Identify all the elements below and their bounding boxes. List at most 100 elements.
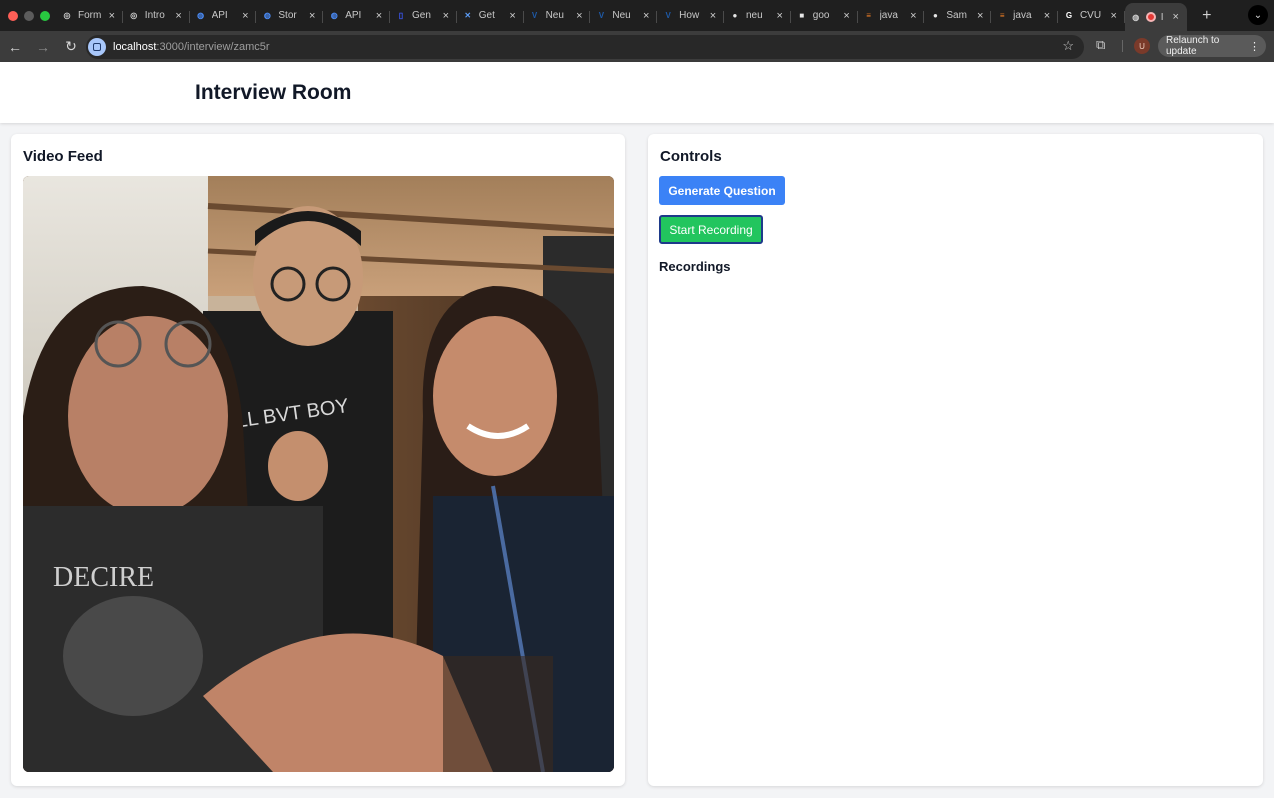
webcam-image: FALL BVT BOY DECIRE — [23, 176, 614, 772]
minimize-window-button[interactable] — [24, 10, 34, 21]
browser-tab-title: goo — [812, 10, 830, 21]
close-tab-icon[interactable]: × — [573, 10, 585, 22]
browser-tab[interactable]: G CVU × — [1058, 3, 1125, 29]
browser-tab-title: API — [211, 10, 228, 21]
generate-question-button[interactable]: Generate Question — [659, 176, 785, 205]
back-arrow-icon[interactable]: ← — [2, 34, 28, 60]
tab-strip: ◎ Form × ◎ Intro × ◍ API × ◍ Stor × ◍ API × ▯ Gen × ✕ Get × V… — [56, 0, 1217, 31]
new-tab-plus-icon[interactable]: + — [1197, 7, 1217, 25]
browser-tab-title: java — [1013, 10, 1032, 21]
close-tab-icon[interactable]: × — [974, 10, 986, 22]
reload-icon[interactable]: ↻ — [58, 34, 84, 60]
browser-tab[interactable]: ≡ java × — [991, 3, 1058, 29]
browser-tab[interactable]: ◍ I × — [1124, 3, 1187, 31]
close-tab-icon[interactable]: × — [1108, 10, 1120, 22]
page-icon: ▯ — [398, 11, 404, 20]
close-tab-icon[interactable]: × — [173, 10, 185, 22]
globe-icon: ◍ — [263, 11, 271, 20]
site-info-icon[interactable] — [88, 38, 106, 56]
browser-toolbar: ← → ↻ localhost:3000/interview/zamc5r ☆ — [0, 31, 1274, 62]
forward-arrow-icon[interactable]: → — [30, 34, 56, 60]
browser-tab-title: Sam — [946, 10, 967, 21]
close-tab-icon[interactable]: × — [306, 10, 318, 22]
stackoverflow-icon: ≡ — [866, 11, 871, 20]
profile-avatar[interactable]: U — [1134, 38, 1150, 54]
close-tab-icon[interactable]: × — [106, 10, 118, 22]
browser-tab[interactable]: ≡ java × — [858, 3, 925, 29]
bookmark-star-icon[interactable]: ☆ — [1062, 38, 1074, 54]
browser-tab-title: API — [345, 10, 362, 21]
browser-tab-title: I — [1160, 11, 1164, 23]
video-feed-card: Video Feed FALL BVT BOY DECIRE — [11, 134, 625, 786]
browser-tab[interactable]: ● Sam × — [924, 3, 991, 29]
browser-tab[interactable]: ◍ API × — [323, 3, 390, 29]
tab-search-icon[interactable]: ⌄ — [1248, 5, 1268, 25]
toolbar-divider — [1122, 40, 1123, 52]
globe-icon: ◍ — [197, 11, 205, 20]
close-tab-icon[interactable]: × — [774, 10, 786, 22]
browser-tab[interactable]: ✕ Get × — [457, 3, 524, 29]
start-recording-button[interactable]: Start Recording — [659, 215, 763, 244]
url-text[interactable]: localhost:3000/interview/zamc5r — [113, 41, 270, 53]
browser-tab[interactable]: V Neu × — [524, 3, 591, 29]
recordings-title: Recordings — [659, 259, 731, 274]
close-tab-icon[interactable]: × — [373, 10, 385, 22]
browser-tab[interactable]: V How × — [657, 3, 724, 29]
v-logo-icon: V — [598, 11, 605, 20]
svg-text:DECIRE: DECIRE — [53, 562, 154, 593]
globe-icon: ◍ — [330, 11, 338, 20]
browser-tab-bar: ◎ Form × ◎ Intro × ◍ API × ◍ Stor × ◍ API × ▯ Gen × ✕ Get × V… — [0, 0, 1274, 31]
address-bar[interactable]: localhost:3000/interview/zamc5r ☆ — [86, 35, 1084, 59]
browser-tab[interactable]: ■ goo × — [791, 3, 858, 29]
v-logo-icon: V — [665, 11, 671, 20]
url-path: :3000/interview/zamc5r — [156, 41, 270, 53]
stackoverflow-icon: ≡ — [999, 11, 1005, 20]
close-tab-icon[interactable]: × — [507, 10, 519, 22]
browser-tab[interactable]: ◍ Stor × — [256, 3, 323, 29]
video-feed-title: Video Feed — [23, 148, 103, 165]
browser-tab[interactable]: ◍ API × — [190, 3, 257, 29]
browser-tab[interactable]: ◎ Intro × — [123, 3, 190, 29]
close-tab-icon[interactable]: × — [1041, 10, 1053, 22]
browser-tab-title: Neu — [545, 10, 564, 21]
maximize-window-button[interactable] — [40, 10, 50, 21]
window-controls — [0, 10, 56, 21]
openai-icon: ◎ — [63, 11, 71, 20]
browser-tab-title: neu — [745, 10, 763, 21]
google-icon: G — [1065, 11, 1073, 20]
url-host: localhost — [113, 41, 157, 53]
butterfly-icon: ✕ — [464, 11, 472, 20]
openai-icon: ◎ — [130, 11, 138, 20]
v-logo-icon: V — [531, 11, 538, 20]
close-tab-icon[interactable]: × — [907, 10, 919, 22]
browser-tab-title: Gen — [411, 10, 431, 21]
globe-icon: ◍ — [1132, 12, 1140, 22]
browser-tab[interactable]: V Neu × — [590, 3, 657, 29]
browser-tab-title: Neu — [612, 10, 631, 21]
close-tab-icon[interactable]: × — [640, 10, 652, 22]
close-tab-icon[interactable]: × — [707, 10, 719, 22]
close-tab-icon[interactable]: × — [1170, 11, 1182, 23]
browser-tab-title: java — [879, 10, 898, 21]
browser-tab-title: How — [679, 10, 700, 21]
relaunch-button[interactable]: Relaunch to update ⋮ — [1158, 35, 1266, 57]
extensions-puzzle-icon[interactable]: ⧉ — [1096, 37, 1105, 53]
github-icon: ● — [732, 11, 738, 20]
close-tab-icon[interactable]: × — [239, 10, 251, 22]
browser-tab[interactable]: ▯ Gen × — [390, 3, 457, 29]
close-tab-icon[interactable]: × — [841, 10, 853, 22]
browser-tab[interactable]: ● neu × — [724, 3, 791, 29]
relaunch-label: Relaunch to update — [1166, 35, 1220, 57]
browser-tab[interactable]: ◎ Form × — [56, 3, 123, 29]
browser-tab-title: Stor — [278, 10, 297, 21]
close-tab-icon[interactable]: × — [440, 10, 452, 22]
page-header: Interview Room — [0, 62, 1274, 123]
video-feed[interactable]: FALL BVT BOY DECIRE — [23, 176, 614, 772]
browser-tab-title: CVU — [1079, 10, 1102, 21]
controls-title: Controls — [660, 148, 722, 165]
more-vertical-icon: ⋮ — [1249, 40, 1260, 53]
page-title: Interview Room — [195, 81, 352, 104]
close-window-button[interactable] — [8, 10, 18, 21]
cube-icon: ■ — [799, 11, 805, 20]
controls-card: Controls Generate Question Start Recordi… — [648, 134, 1263, 786]
